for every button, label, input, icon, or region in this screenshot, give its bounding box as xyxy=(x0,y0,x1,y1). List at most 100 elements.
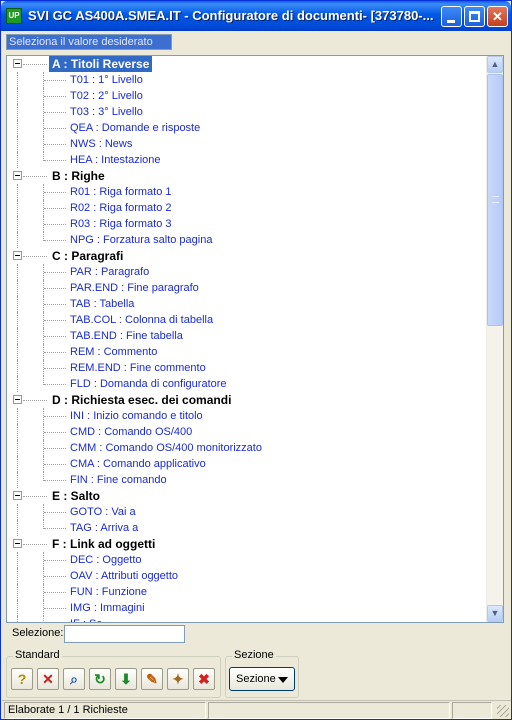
tree-item[interactable]: NWS : News xyxy=(7,136,487,152)
tree-connector xyxy=(44,592,66,593)
tree-item-label: T02 : 2° Livello xyxy=(70,90,143,102)
tree-group-label: D : Richiesta esec. dei comandi xyxy=(52,393,232,407)
tree-item[interactable]: QEA : Domande e risposte xyxy=(7,120,487,136)
tree-item[interactable]: R03 : Riga formato 3 xyxy=(7,216,487,232)
tree-item[interactable]: GOTO : Vai a xyxy=(7,504,487,520)
tree-item[interactable]: OAV : Attributi oggetto xyxy=(7,568,487,584)
tree-item[interactable]: R01 : Riga formato 1 xyxy=(7,184,487,200)
tree-item[interactable]: HEA : Intestazione xyxy=(7,152,487,168)
tree-connector xyxy=(44,512,66,513)
tree-group-d[interactable]: D : Richiesta esec. dei comandi xyxy=(7,392,487,408)
tree-item[interactable]: TAB.END : Fine tabella xyxy=(7,328,487,344)
tree-connector xyxy=(17,440,18,456)
tree-item[interactable]: TAG : Arriva a xyxy=(7,520,487,536)
tree-group-label: A : Titoli Reverse xyxy=(49,56,153,72)
tree-connector xyxy=(44,560,66,561)
tree-item[interactable]: CMA : Comando applicativo xyxy=(7,456,487,472)
tree-item-label: R03 : Riga formato 3 xyxy=(70,218,172,230)
scroll-thumb[interactable] xyxy=(487,74,503,326)
tree-group-c[interactable]: C : Paragrafi xyxy=(7,248,487,264)
tree-connector xyxy=(44,144,66,145)
tree-item[interactable]: FUN : Funzione xyxy=(7,584,487,600)
resize-grip-icon[interactable] xyxy=(497,705,509,717)
tree-connector xyxy=(17,344,18,360)
tree-item[interactable]: REM.END : Fine commento xyxy=(7,360,487,376)
close-button[interactable]: ✕ xyxy=(487,6,508,27)
tree-connector xyxy=(17,472,18,488)
tree-item[interactable]: TAB : Tabella xyxy=(7,296,487,312)
search-button[interactable]: ⌕ xyxy=(63,668,85,690)
search-icon: ⌕ xyxy=(70,671,78,687)
tree-connector xyxy=(44,272,66,273)
tree-connector xyxy=(17,568,18,584)
tree-item[interactable]: R02 : Riga formato 2 xyxy=(7,200,487,216)
collapse-icon[interactable] xyxy=(13,539,22,548)
tree-item-label: CMM : Comando OS/400 monitorizzato xyxy=(70,442,262,454)
tree-item[interactable]: NPG : Forzatura salto pagina xyxy=(7,232,487,248)
vertical-scrollbar[interactable]: ▲ ▼ xyxy=(486,56,503,622)
refresh-button[interactable]: ↻ xyxy=(89,668,111,690)
tree-connector xyxy=(44,528,66,529)
tree-group-label: C : Paragrafi xyxy=(52,249,124,263)
tree-item-label: FLD : Domanda di configuratore xyxy=(70,378,227,390)
tree-group-f[interactable]: F : Link ad oggetti xyxy=(7,536,487,552)
tree-item-label: IMG : Immagini xyxy=(70,602,145,614)
help-button[interactable]: ? xyxy=(11,668,33,690)
scroll-up-button[interactable]: ▲ xyxy=(487,56,503,73)
tree-item[interactable]: FIN : Fine comando xyxy=(7,472,487,488)
tree-group-b[interactable]: B : Righe xyxy=(7,168,487,184)
collapse-icon[interactable] xyxy=(13,395,22,404)
tree-item[interactable]: PAR : Paragrafo xyxy=(7,264,487,280)
tree-item[interactable]: CMM : Comando OS/400 monitorizzato xyxy=(7,440,487,456)
tree-connector xyxy=(44,320,66,321)
tree-item[interactable]: T01 : 1° Livello xyxy=(7,72,487,88)
tree-item[interactable]: PAR.END : Fine paragrafo xyxy=(7,280,487,296)
tree-group-e[interactable]: E : Salto xyxy=(7,488,487,504)
tree-item[interactable]: IMG : Immagini xyxy=(7,600,487,616)
main-window: UP SVI GC AS400A.SMEA.IT - Configuratore… xyxy=(0,0,512,720)
tree-panel[interactable]: A : Titoli Reverse T01 : 1° Livello T02 : … xyxy=(6,55,504,623)
maximize-button[interactable] xyxy=(464,6,485,27)
tree-connector xyxy=(17,72,18,88)
scroll-down-button[interactable]: ▼ xyxy=(487,605,503,622)
tree-item-label: DEC : Oggetto xyxy=(70,554,142,566)
tree-group-a[interactable]: A : Titoli Reverse xyxy=(7,56,487,72)
tree-connector xyxy=(17,152,18,168)
exit-button[interactable]: ✖ xyxy=(193,668,215,690)
status-pane-3 xyxy=(452,702,492,719)
title-bar[interactable]: UP SVI GC AS400A.SMEA.IT - Configuratore… xyxy=(1,1,511,31)
tree-connector xyxy=(17,296,18,312)
close-icon: ✕ xyxy=(492,9,503,24)
selection-input[interactable] xyxy=(64,625,185,643)
tree-item[interactable]: CMD : Comando OS/400 xyxy=(7,424,487,440)
tree-item[interactable]: FLD : Domanda di configuratore xyxy=(7,376,487,392)
tree-connector xyxy=(17,552,18,568)
maximize-icon xyxy=(469,11,480,22)
tree-item[interactable]: REM : Commento xyxy=(7,344,487,360)
tree-connector xyxy=(17,376,18,392)
tree-item[interactable]: T03 : 3° Livello xyxy=(7,104,487,120)
refresh-icon: ↻ xyxy=(94,671,106,687)
tree-item-label: QEA : Domande e risposte xyxy=(70,122,201,134)
tree-connector xyxy=(44,352,66,353)
tree-connector xyxy=(23,400,47,401)
selection-label: Selezione: xyxy=(12,627,64,639)
sezione-dropdown-button[interactable]: Sezione xyxy=(229,667,295,691)
magic-wand-button[interactable]: ✦ xyxy=(167,668,189,690)
tree-item[interactable]: INI : Inizio comando e titolo xyxy=(7,408,487,424)
tree-group-label: B : Righe xyxy=(52,169,105,183)
tree-view[interactable]: A : Titoli Reverse T01 : 1° Livello T02 : … xyxy=(7,56,487,622)
tree-item-label: PAR.END : Fine paragrafo xyxy=(70,282,199,294)
tree-item[interactable]: IF : Se xyxy=(7,616,487,622)
collapse-icon[interactable] xyxy=(13,251,22,260)
confirm-arrow-button[interactable]: ⬇ xyxy=(115,668,137,690)
tree-item[interactable]: TAB.COL : Colonna di tabella xyxy=(7,312,487,328)
minimize-button[interactable] xyxy=(441,6,462,27)
collapse-icon[interactable] xyxy=(13,171,22,180)
tree-item[interactable]: T02 : 2° Livello xyxy=(7,88,487,104)
cancel-button[interactable]: ✕ xyxy=(37,668,59,690)
tree-item[interactable]: DEC : Oggetto xyxy=(7,552,487,568)
collapse-icon[interactable] xyxy=(13,491,22,500)
edit-document-button[interactable]: ✎ xyxy=(141,668,163,690)
collapse-icon[interactable] xyxy=(13,59,22,68)
